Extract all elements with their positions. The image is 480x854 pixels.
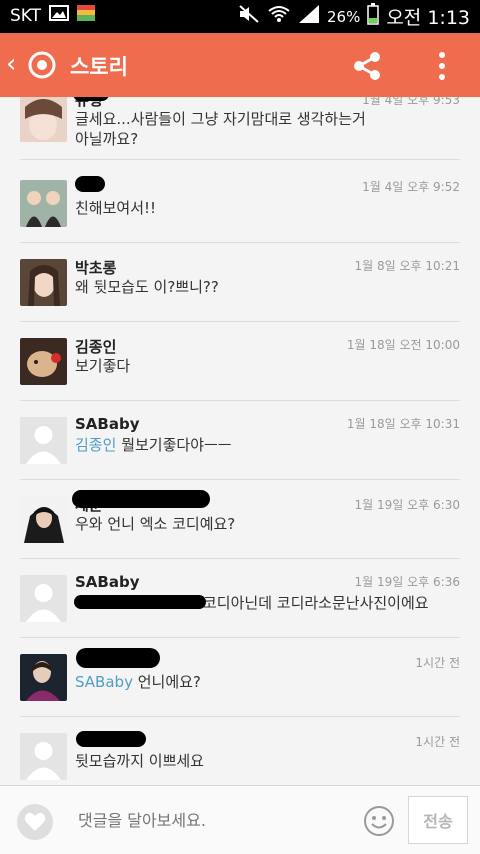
image-notification-icon: [49, 5, 70, 26]
comment-text: 뒷모습까지 이쁘세요: [75, 752, 204, 770]
back-button[interactable]: ‹: [6, 51, 16, 77]
comment-text: 친해보여서!!: [75, 199, 157, 217]
story-logo-icon: [28, 51, 56, 79]
comment-time: 1월 19일 오후 6:36: [354, 575, 460, 589]
comment-item: 세훈 1월 19일 오후 6:30 우와 언니 엑소 코디예요?: [0, 480, 480, 559]
avatar: [20, 496, 67, 543]
divider: [20, 159, 460, 160]
comment-item: 1시간 전 SABaby 언니에요?: [0, 638, 480, 717]
comment-text-line2: 아닐까요?: [75, 130, 139, 148]
emoticon-button[interactable]: [362, 804, 396, 838]
comment-item: 1월 4일 오후 9:52 친해보여서!!: [0, 164, 480, 243]
comment-text: SABaby 언니에요?: [75, 673, 201, 691]
mention-link[interactable]: SABaby: [75, 673, 133, 691]
comment-time: 1월 19일 오후 6:30: [354, 498, 460, 512]
avatar: [20, 338, 67, 385]
comment-author: SABaby: [75, 415, 140, 433]
avatar: [20, 97, 67, 142]
comment-item: SABaby 1월 18일 오후 10:31 김종인 뭘보기좋다야ㅡㅡ: [0, 401, 480, 480]
redaction-scribble: [76, 648, 160, 668]
comment-text: 김종인 뭘보기좋다야ㅡㅡ: [75, 436, 232, 454]
comment-item: 유형 1월 4일 오후 9:53 글세요...사람들이 그냥 자기맘대로 생각하…: [0, 97, 480, 160]
comment-text: 왜 뒷모습도 이?쁘니??: [75, 278, 219, 296]
smiley-icon: [364, 806, 394, 836]
comment-item: SABaby 1월 19일 오후 6:36 코디아닌데 코디라소문난사진이에요: [0, 559, 480, 638]
mention-link[interactable]: 김종인: [75, 436, 116, 454]
redaction-scribble: [74, 595, 206, 609]
default-avatar-icon: [20, 417, 67, 464]
avatar: [20, 654, 67, 701]
comment-item: 1시간 전 뒷모습까지 이쁘세요: [0, 717, 480, 785]
share-button[interactable]: [350, 49, 384, 83]
comment-item: 김종인 1월 18일 오전 10:00 보기좋다: [0, 322, 480, 401]
battery-icon: [367, 3, 380, 30]
app-bar: ‹ 스토리: [0, 33, 480, 97]
clock: 오전 1:13: [386, 7, 470, 29]
comment-input[interactable]: [70, 800, 386, 840]
comment-time: 1월 4일 오후 9:52: [362, 180, 460, 194]
battery-percent: 26%: [326, 7, 361, 26]
default-avatar-icon: [20, 733, 67, 780]
comment-author: 김종인: [75, 338, 117, 356]
more-options-button[interactable]: [430, 49, 454, 83]
avatar: [20, 259, 67, 306]
redaction-scribble: [72, 490, 210, 508]
comment-text: 보기좋다: [75, 357, 131, 375]
default-avatar-icon: [20, 575, 67, 622]
redaction-scribble: [76, 731, 146, 747]
comment-composer: 전송: [0, 785, 480, 854]
comment-time: 1월 18일 오후 10:31: [346, 417, 460, 431]
carrier-label: SKT: [10, 5, 42, 26]
comment-text: 글세요...사람들이 그냥 자기맘대로 생각하는거: [75, 110, 366, 128]
comment-author: 박초롱: [75, 259, 117, 277]
status-bar: SKT 26% 오전 1:13: [0, 0, 480, 33]
comment-time: 1월 18일 오전 10:00: [346, 338, 460, 352]
comment-item: 박초롱 1월 8일 오후 10:21 왜 뒷모습도 이?쁘니??: [0, 243, 480, 322]
wifi-icon: [267, 4, 291, 29]
like-button[interactable]: [17, 804, 53, 840]
comment-time: 1시간 전: [415, 735, 460, 749]
comment-time: 1월 4일 오후 9:53: [362, 97, 460, 107]
share-icon: [354, 52, 380, 80]
heart-icon: [24, 812, 46, 831]
send-button[interactable]: 전송: [408, 796, 468, 844]
comment-time: 1시간 전: [415, 656, 460, 670]
comment-text: 우와 언니 엑소 코디예요?: [75, 515, 236, 533]
comment-time: 1월 8일 오후 10:21: [354, 259, 460, 273]
redaction-scribble: [75, 176, 105, 192]
page-title: 스토리: [70, 55, 128, 79]
avatar: [20, 180, 67, 227]
app-notification-icon: [77, 5, 96, 26]
redaction-scribble: [73, 97, 109, 101]
comment-list[interactable]: 유형 1월 4일 오후 9:53 글세요...사람들이 그냥 자기맘대로 생각하…: [0, 97, 480, 785]
signal-icon: [298, 4, 320, 29]
overflow-menu-icon: [439, 52, 445, 80]
comment-author: SABaby: [75, 573, 140, 591]
mute-icon: [238, 4, 260, 29]
comment-text: 코디아닌데 코디라소문난사진이에요: [203, 594, 429, 612]
